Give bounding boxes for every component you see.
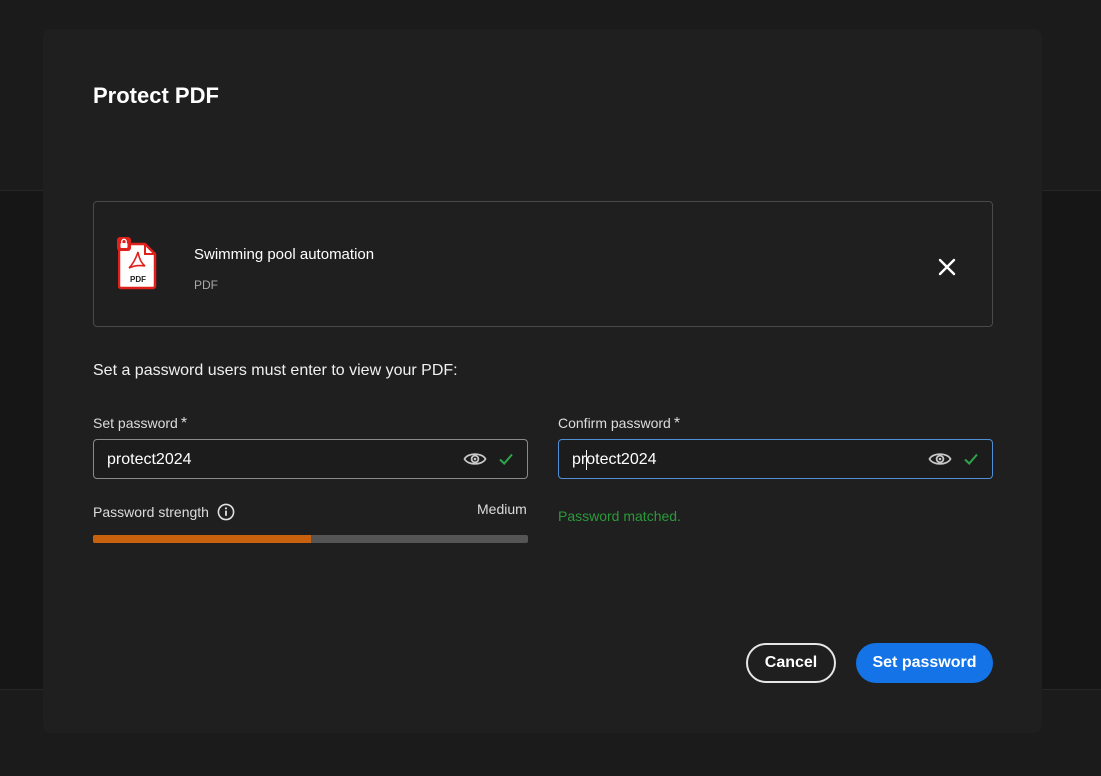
show-password-icon[interactable] [463, 449, 487, 469]
set-password-label: Set password * [93, 415, 187, 433]
password-strength-value: Medium [477, 501, 527, 517]
protect-pdf-dialog: Protect PDF PDF Swimming pool automation… [43, 29, 1042, 733]
lock-icon [117, 237, 131, 251]
set-password-value[interactable]: protect2024 [107, 451, 192, 469]
show-password-icon[interactable] [928, 449, 952, 469]
file-type: PDF [194, 278, 218, 292]
dialog-title: Protect PDF [93, 83, 219, 108]
pdf-icon-label: PDF [130, 275, 146, 284]
valid-check-icon [499, 453, 513, 465]
file-name: Swimming pool automation [194, 246, 375, 263]
set-password-label-text: Set password [93, 415, 178, 431]
set-password-input[interactable]: protect2024 [93, 439, 528, 479]
instructions-text: Set a password users must enter to view … [93, 362, 458, 379]
password-strength-meter [93, 535, 528, 543]
password-match-message: Password matched. [558, 508, 681, 524]
text-cursor [586, 450, 587, 470]
confirm-password-label-text: Confirm password [558, 415, 671, 431]
password-strength-label: Password strength [93, 503, 235, 521]
password-strength-fill [93, 535, 311, 543]
valid-check-icon [964, 453, 978, 465]
pdf-file-icon: PDF [117, 237, 158, 290]
set-password-button[interactable]: Set password [856, 643, 993, 683]
remove-file-button[interactable] [932, 252, 962, 282]
required-mark: * [673, 415, 681, 432]
close-icon [938, 258, 956, 276]
file-card: PDF Swimming pool automation PDF [93, 201, 993, 327]
info-icon[interactable] [217, 503, 235, 521]
confirm-password-value[interactable]: protect2024 [572, 451, 657, 469]
confirm-password-label: Confirm password * [558, 415, 680, 433]
password-strength-text: Password strength [93, 504, 209, 520]
cancel-button[interactable]: Cancel [746, 643, 836, 683]
confirm-password-input[interactable]: protect2024 [558, 439, 993, 479]
required-mark: * [180, 415, 188, 432]
